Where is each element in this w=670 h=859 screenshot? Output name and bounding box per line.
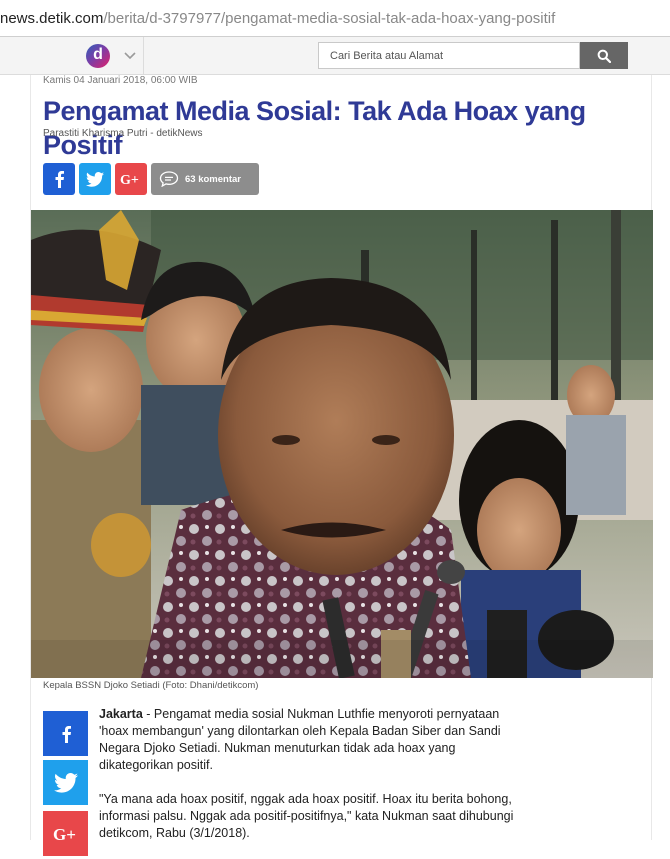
sidebar-share-facebook-button[interactable] bbox=[43, 711, 88, 756]
facebook-icon bbox=[55, 171, 64, 188]
search-button[interactable] bbox=[580, 42, 628, 69]
share-facebook-button[interactable] bbox=[43, 163, 75, 195]
article-body: Jakarta - Pengamat media sosial Nukman L… bbox=[99, 706, 529, 859]
share-twitter-button[interactable] bbox=[79, 163, 111, 195]
paragraph-text: - Pengamat media sosial Nukman Luthfie m… bbox=[99, 707, 501, 772]
chevron-down-icon[interactable] bbox=[120, 46, 140, 66]
article-paragraph: Jakarta - Pengamat media sosial Nukman L… bbox=[99, 706, 529, 774]
search-input[interactable] bbox=[319, 43, 579, 68]
article-date: Kamis 04 Januari 2018, 06:00 WIB bbox=[43, 75, 198, 86]
comments-button[interactable]: 63 komentar bbox=[151, 163, 259, 195]
article-author: Parastiti Kharisma Putri - detikNews bbox=[43, 128, 203, 139]
site-header: d bbox=[0, 37, 670, 75]
search-box bbox=[318, 42, 580, 69]
twitter-icon bbox=[86, 171, 104, 187]
twitter-icon bbox=[53, 772, 78, 793]
article-paragraph: "Ya mana ada hoax positif, nggak ada hoa… bbox=[99, 792, 514, 840]
url-host: news.detik.com bbox=[0, 10, 104, 27]
comment-icon bbox=[159, 171, 179, 187]
browser-address-bar[interactable]: news.detik.com/berita/d-3797977/pengamat… bbox=[0, 0, 670, 37]
article: Kamis 04 Januari 2018, 06:00 WIB Pengama… bbox=[30, 75, 653, 856]
logo-letter: d bbox=[93, 46, 103, 63]
detik-logo[interactable]: d bbox=[86, 44, 110, 68]
dateline: Jakarta bbox=[99, 707, 143, 721]
googleplus-icon: G+ bbox=[120, 173, 139, 186]
article-photo bbox=[31, 210, 653, 678]
share-googleplus-button[interactable]: G+ bbox=[115, 163, 147, 195]
photo-caption: Kepala BSSN Djoko Setiadi (Foto: Dhani/d… bbox=[43, 680, 259, 691]
svg-text:G+: G+ bbox=[120, 173, 139, 186]
header-divider bbox=[143, 37, 144, 75]
sidebar-share-googleplus-button[interactable]: G+ bbox=[43, 811, 88, 856]
url-path: /berita/d-3797977/pengamat-media-sosial-… bbox=[103, 10, 556, 27]
sidebar-share-twitter-button[interactable] bbox=[43, 760, 88, 805]
facebook-icon bbox=[62, 725, 71, 743]
search-icon bbox=[597, 49, 611, 63]
comments-count: 63 komentar bbox=[185, 173, 241, 185]
url-text[interactable]: news.detik.com/berita/d-3797977/pengamat… bbox=[0, 0, 555, 37]
